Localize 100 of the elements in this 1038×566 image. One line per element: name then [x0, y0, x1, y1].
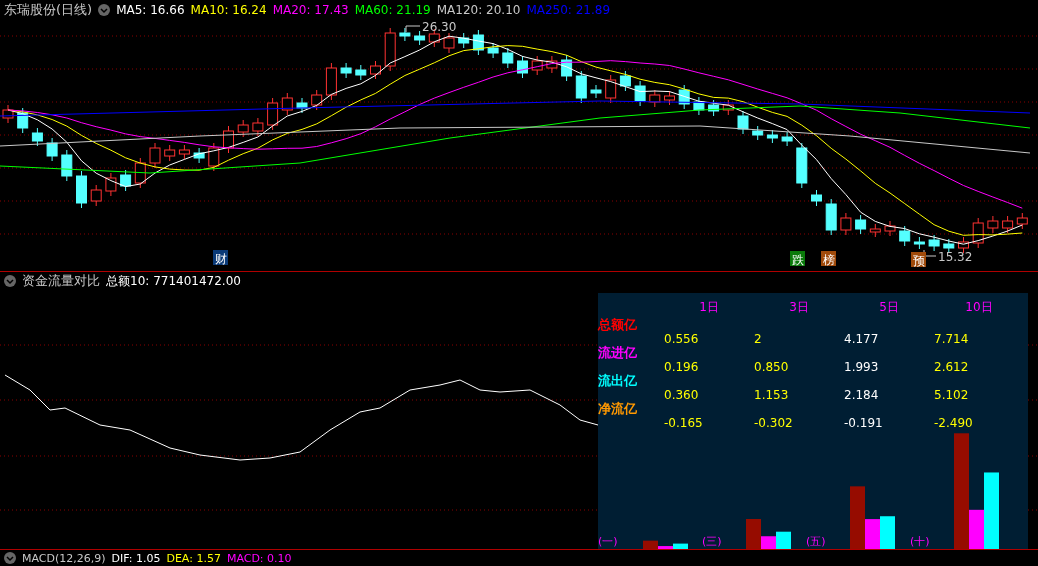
bar — [776, 531, 791, 549]
moving-average-value: MA5: 16.66 — [116, 3, 185, 17]
candlestick — [899, 225, 911, 247]
candlestick — [752, 125, 764, 141]
candlestick — [796, 142, 808, 189]
candlestick — [972, 217, 984, 249]
candlestick — [575, 70, 587, 104]
candlestick — [370, 60, 381, 80]
candlestick — [208, 142, 220, 172]
candlestick — [281, 92, 293, 116]
candlestick — [46, 137, 58, 162]
candlestick — [708, 99, 720, 117]
candlestick — [105, 172, 117, 197]
column-header: 5日 — [878, 299, 900, 316]
candlestick — [590, 84, 602, 99]
moving-average-value: MA20: 17.43 — [272, 3, 349, 17]
candlestick — [722, 99, 734, 116]
indicator-value: DIF: 1.05 — [111, 551, 161, 565]
table-cell-text: 1.993 — [844, 359, 880, 373]
table-cell-text: 0.556 — [664, 331, 700, 345]
candlestick — [1016, 212, 1028, 230]
candlestick — [825, 198, 837, 236]
table-cell-text: -2.490 — [934, 415, 974, 429]
chevron-down-icon[interactable] — [4, 552, 16, 564]
candlestick — [561, 54, 573, 82]
candlestick — [90, 184, 102, 207]
table-cell-text: 0.360 — [664, 387, 700, 401]
candlestick — [134, 157, 146, 189]
table-cell-text: 5.102 — [934, 387, 970, 401]
candlestick — [928, 234, 940, 252]
low-price-label: 15.32 — [923, 249, 973, 264]
column-header: 3日 — [788, 299, 810, 316]
table-cell-text: 2 — [754, 331, 763, 345]
candlestick — [193, 147, 205, 164]
moving-average-value: MA10: 16.24 — [190, 3, 267, 17]
candlestick — [913, 236, 925, 250]
candlestick — [164, 144, 176, 162]
bar — [880, 516, 895, 549]
event-marker[interactable]: 财 — [213, 250, 228, 266]
candlestick — [958, 236, 969, 254]
candlestick — [61, 149, 73, 182]
candlestick — [31, 127, 43, 147]
candlestick — [678, 84, 690, 110]
indicator-value: DEA: 1.57 — [166, 551, 221, 565]
table-cell-text: -0.191 — [844, 415, 884, 429]
chevron-down-icon[interactable] — [4, 275, 16, 287]
bar-label: (一) — [598, 534, 619, 549]
candlestick — [634, 80, 646, 107]
candlestick — [531, 55, 543, 76]
candlestick — [149, 142, 161, 169]
candlestick — [840, 212, 852, 236]
candlestick — [223, 125, 234, 154]
candlestick — [311, 89, 323, 111]
candlestick — [943, 238, 955, 254]
event-marker[interactable]: 榜 — [821, 251, 836, 267]
candlestick — [649, 89, 661, 108]
indicator-title: 资金流量对比 — [22, 272, 100, 290]
event-marker[interactable]: 跌 — [790, 251, 805, 267]
candlestick — [1002, 215, 1014, 234]
candlestick — [487, 42, 499, 59]
candlestick — [737, 110, 749, 135]
table-cell-text: 2.612 — [934, 359, 970, 373]
table-cell-text: 0.196 — [664, 359, 700, 373]
candlestick — [384, 27, 396, 72]
table-cell-text: 1.153 — [754, 387, 790, 401]
candlestick — [178, 144, 190, 160]
candlestick — [605, 74, 617, 104]
candlestick — [17, 107, 29, 134]
column-header: 1日 — [698, 299, 720, 316]
candlestick — [252, 117, 264, 137]
candlestick — [766, 129, 778, 144]
candlestick — [76, 170, 87, 209]
chevron-down-icon[interactable] — [98, 4, 111, 16]
candlestick — [502, 47, 514, 69]
candlestick — [781, 131, 793, 147]
stock-title: 东瑞股份(日线) — [4, 1, 93, 19]
moving-average-value: MA60: 21.19 — [354, 3, 431, 17]
row-label: 净流亿 — [598, 401, 637, 417]
candlestick — [267, 97, 279, 131]
table-cell-text: 4.177 — [844, 331, 880, 345]
candlestick — [546, 55, 558, 74]
bar-label: (三) — [702, 534, 723, 549]
candlestick — [693, 96, 705, 116]
candlestick — [296, 97, 308, 114]
candlestick — [237, 119, 249, 138]
bar-label: (十) — [910, 534, 931, 549]
candlestick — [399, 27, 411, 42]
candlestick — [325, 62, 337, 101]
table-cell-text: 2.184 — [844, 387, 880, 401]
moving-average-value: MA250: 21.89 — [526, 3, 611, 17]
candlestick — [443, 32, 455, 54]
indicator-title: MACD(12,26,9) — [22, 551, 106, 565]
candlestick — [340, 62, 352, 79]
column-header: 10日 — [964, 299, 994, 316]
candlestick — [884, 220, 896, 237]
candlestick — [619, 70, 631, 92]
table-cell-text: 0.850 — [754, 359, 790, 373]
event-marker[interactable]: 预 — [911, 252, 926, 268]
table-cell-text: -0.302 — [754, 415, 794, 429]
indicator-value: MACD: 0.10 — [226, 551, 292, 565]
